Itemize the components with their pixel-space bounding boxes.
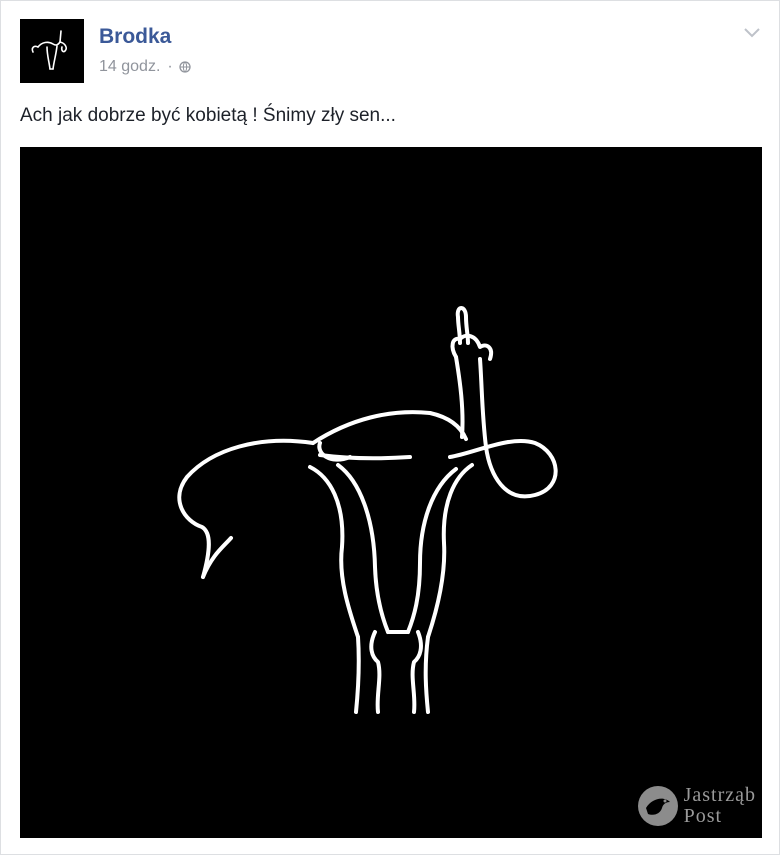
avatar[interactable] <box>20 19 84 83</box>
post-card: Brodka 14 godz. · Ach jak dobrze być kob… <box>0 0 780 855</box>
post-message: Ach jak dobrze być kobietą ! Śnimy zły s… <box>20 105 396 126</box>
meta-separator: · <box>167 58 173 75</box>
post-meta: 14 godz. · <box>99 58 191 76</box>
uterus-logo-icon <box>31 30 67 70</box>
bird-logo-icon <box>637 786 678 826</box>
post-timestamp[interactable]: 14 godz. <box>99 58 160 76</box>
watermark: Jastrząb Post <box>636 784 756 828</box>
globe-icon[interactable] <box>179 61 191 73</box>
post-photo[interactable]: Jastrząb Post <box>20 147 762 838</box>
watermark-line-2: Post <box>683 805 723 827</box>
watermark-line-1: Jastrząb <box>683 784 756 806</box>
chevron-down-icon[interactable] <box>743 26 761 38</box>
author-name-link[interactable]: Brodka <box>99 25 171 49</box>
uterus-middle-finger-illustration <box>177 306 558 714</box>
